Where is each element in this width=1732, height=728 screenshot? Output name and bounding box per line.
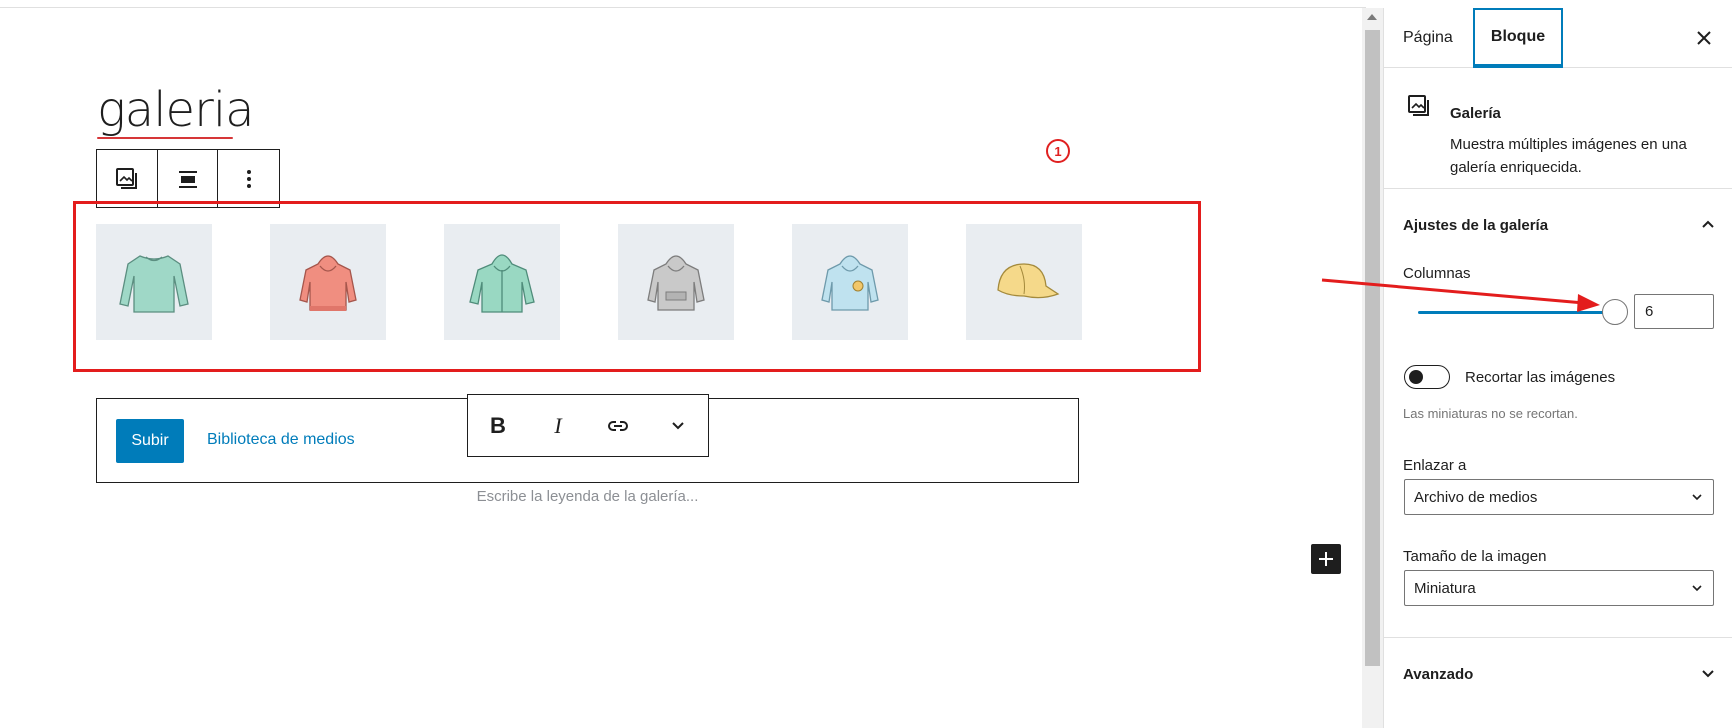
scroll-up-arrow-icon[interactable] [1367, 14, 1377, 20]
sweater-mint-image [119, 255, 189, 313]
align-wide-icon [178, 170, 197, 188]
gallery-image[interactable] [444, 224, 560, 340]
cap-yellow-image [997, 263, 1060, 299]
close-icon [1697, 31, 1711, 45]
format-toolbar: B I [467, 394, 709, 457]
gallery-image[interactable] [270, 224, 386, 340]
chevron-down-icon [672, 421, 684, 429]
upload-button[interactable]: Subir [116, 419, 184, 463]
advanced-panel-toggle[interactable]: Avanzado [1384, 648, 1732, 704]
hoodie-coral-image [299, 255, 357, 311]
image-size-label: Tamaño de la imagen [1403, 548, 1547, 565]
block-card: Galería Muestra múltiples imágenes en un… [1384, 69, 1732, 189]
columns-label: Columnas [1403, 265, 1471, 282]
crop-images-help: Las miniaturas no se recortan. [1403, 406, 1578, 421]
more-options-button[interactable] [218, 150, 279, 207]
columns-number-input[interactable]: 6 [1634, 294, 1714, 329]
post-title[interactable]: galeria [97, 82, 255, 138]
crop-images-label: Recortar las imágenes [1465, 369, 1616, 386]
block-name: Galería [1450, 105, 1501, 122]
link-button[interactable] [588, 395, 648, 456]
gallery-caption[interactable]: Escribe la leyenda de la galería... [0, 488, 1175, 505]
link-icon [608, 420, 628, 431]
panel-divider [1384, 637, 1732, 638]
block-toolbar [96, 149, 280, 208]
toggle-knob [1409, 370, 1423, 384]
crop-images-toggle[interactable] [1404, 365, 1450, 389]
scrollbar-thumb[interactable] [1365, 30, 1380, 666]
settings-sidebar: Página Bloque Galería Muestra múltiples … [1383, 8, 1732, 728]
close-sidebar-button[interactable] [1693, 27, 1715, 49]
tab-block[interactable]: Bloque [1473, 8, 1563, 68]
hoodie-light-blue-image [821, 255, 879, 311]
link-to-value: Archivo de medios [1414, 488, 1538, 506]
gallery-settings-panel-toggle[interactable]: Ajustes de la galería [1384, 199, 1732, 255]
gallery-icon [115, 167, 137, 189]
editor-scrollbar[interactable] [1362, 8, 1383, 728]
gallery-image[interactable] [966, 224, 1082, 340]
sidebar-tabs: Página Bloque [1384, 8, 1732, 68]
zip-hoodie-mint-image [469, 254, 535, 313]
annotation-marker: 1 [1046, 139, 1070, 163]
columns-slider-track[interactable] [1418, 311, 1612, 314]
gallery-settings-title: Ajustes de la galería [1403, 217, 1549, 234]
plus-icon [1319, 552, 1333, 566]
bold-button[interactable]: B [468, 395, 528, 456]
link-to-label: Enlazar a [1403, 457, 1467, 474]
media-library-link[interactable]: Biblioteca de medios [207, 431, 355, 449]
more-formats-button[interactable] [648, 395, 708, 456]
spellcheck-underline [97, 137, 233, 139]
image-size-value: Miniatura [1414, 579, 1476, 597]
vertical-ellipsis-icon [246, 169, 251, 188]
columns-slider-thumb[interactable] [1602, 299, 1628, 325]
image-size-select[interactable]: Miniatura [1404, 570, 1714, 606]
gallery-image[interactable] [792, 224, 908, 340]
gallery-icon [1408, 95, 1429, 116]
italic-button[interactable]: I [528, 395, 588, 456]
gallery-image[interactable] [618, 224, 734, 340]
editor-canvas: galeria 1 Subir Biblioteca de medios B I… [0, 8, 1362, 728]
chevron-down-icon [1692, 585, 1702, 592]
link-to-select[interactable]: Archivo de medios [1404, 479, 1714, 515]
tab-page[interactable]: Página [1403, 8, 1453, 68]
gallery-images [96, 224, 1082, 340]
gallery-block-switcher-button[interactable] [97, 150, 158, 207]
hoodie-grey-image [647, 255, 705, 311]
add-block-button[interactable] [1311, 544, 1341, 574]
align-button[interactable] [158, 150, 219, 207]
chevron-up-icon [1702, 220, 1714, 228]
gallery-image[interactable] [96, 224, 212, 340]
block-description: Muestra múltiples imágenes en una galerí… [1450, 136, 1687, 176]
advanced-title: Avanzado [1403, 666, 1474, 683]
chevron-down-icon [1692, 494, 1702, 501]
chevron-down-icon [1702, 670, 1714, 678]
